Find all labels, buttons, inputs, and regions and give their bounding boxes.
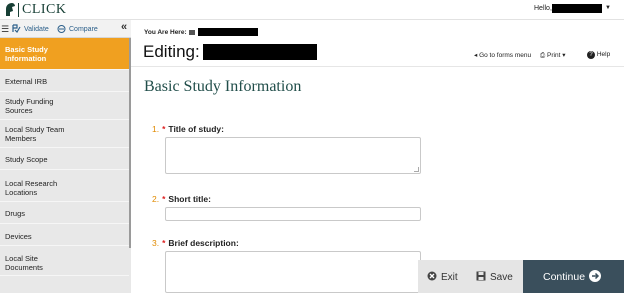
sidebar-item-label: Local Site xyxy=(5,254,38,263)
user-name-redacted[interactable] xyxy=(552,4,602,13)
question-short-title: 2. * Short title: xyxy=(152,194,211,204)
spartan-helmet-icon xyxy=(6,3,15,16)
help-button[interactable]: ? Help xyxy=(587,51,610,59)
sidebar-item-devices[interactable]: Devices xyxy=(0,224,129,246)
sidebar-item-external-irb[interactable]: External IRB xyxy=(0,70,129,92)
chevron-down-icon: ▾ xyxy=(562,52,566,59)
main-content: You Are Here: Editing: ◂ Go to forms men… xyxy=(131,20,624,293)
question-title-of-study: 1. * Title of study: xyxy=(152,124,224,134)
question-brief-description: 3. * Brief description: xyxy=(152,238,239,248)
exit-label: Exit xyxy=(441,272,458,283)
editing-label: Editing: xyxy=(143,42,200,61)
compare-label: Compare xyxy=(69,26,98,33)
save-button[interactable]: Save xyxy=(476,271,513,283)
title-of-study-input[interactable] xyxy=(165,137,421,174)
question-label: Short title: xyxy=(168,194,211,204)
sidebar-toolbar: ☰ Validate Compare « xyxy=(0,20,131,38)
sidebar-item-label: Local Study Team xyxy=(5,125,65,134)
app-logo-text: CLICK xyxy=(22,2,67,17)
question-number: 2. xyxy=(152,194,160,204)
forms-menu-label: Go to forms menu xyxy=(479,52,532,59)
validate-button[interactable]: Validate xyxy=(12,24,49,33)
compare-icon xyxy=(57,25,66,33)
chevron-left-icon: ◂ xyxy=(474,52,478,59)
sidebar-item-label: Devices xyxy=(5,232,32,241)
sidebar-item-basic-study-information[interactable]: Basic Study Information xyxy=(0,38,129,70)
arrow-right-circle-icon xyxy=(589,270,601,282)
sidebar-item-label: Information xyxy=(5,54,47,63)
sidebar-item-label: Documents xyxy=(5,263,43,272)
you-are-here-label: You Are Here: xyxy=(144,29,187,36)
sidebar-item-local-research-locations[interactable]: Local Research Locations xyxy=(0,170,129,202)
brief-description-input[interactable] xyxy=(165,251,421,293)
sidebar-item-label: Local Research xyxy=(5,179,58,188)
question-number: 3. xyxy=(152,238,160,248)
continue-button[interactable]: Continue xyxy=(523,260,624,293)
hello-label: Hello, xyxy=(534,5,552,12)
compare-button[interactable]: Compare xyxy=(57,24,98,33)
action-bar: Exit Save Continue xyxy=(418,260,624,293)
question-label: Brief description: xyxy=(168,238,239,248)
required-marker: * xyxy=(162,124,166,134)
sidebar-item-local-study-team-members[interactable]: Local Study Team Members xyxy=(0,120,129,148)
sidebar-item-local-site-documents[interactable]: Local Site Documents xyxy=(0,246,129,276)
section-title: Basic Study Information xyxy=(144,78,302,95)
exit-button[interactable]: Exit xyxy=(427,271,458,283)
go-to-forms-menu-link[interactable]: ◂ Go to forms menu xyxy=(474,51,531,59)
sidebar-item-label: Study Scope xyxy=(5,155,48,164)
sidebar-item-label: Locations xyxy=(5,188,38,197)
top-header: CLICK Hello, ▼ xyxy=(0,0,624,20)
sidebar-item-label: Drugs xyxy=(5,209,26,218)
sidebar-item-label: Study Funding xyxy=(5,97,54,106)
continue-label: Continue xyxy=(543,271,586,283)
breadcrumb-redacted[interactable] xyxy=(198,28,258,36)
sidebar-item-label: Sources xyxy=(5,106,33,115)
question-number: 1. xyxy=(152,124,160,134)
validate-label: Validate xyxy=(24,26,49,33)
sidebar: ☰ Validate Compare « Basic Study Informa… xyxy=(0,20,131,293)
logo-divider xyxy=(18,3,19,17)
collapse-sidebar-icon[interactable]: « xyxy=(121,21,127,33)
study-title-redacted xyxy=(203,44,317,60)
close-circle-icon xyxy=(427,271,437,281)
help-icon: ? xyxy=(587,51,595,59)
folder-icon xyxy=(189,30,195,35)
sidebar-item-drugs[interactable]: Drugs xyxy=(0,202,129,224)
sidebar-item-label: External IRB xyxy=(5,77,48,86)
help-label: Help xyxy=(596,51,611,58)
short-title-input[interactable] xyxy=(165,207,421,221)
print-button[interactable]: ⎙ Print ▾ xyxy=(540,51,565,60)
hamburger-menu-icon[interactable]: ☰ xyxy=(1,24,9,35)
required-marker: * xyxy=(162,238,166,248)
print-label: Print xyxy=(547,52,561,59)
save-label: Save xyxy=(490,272,513,283)
sidebar-nav: Basic Study Information External IRB Stu… xyxy=(0,38,129,276)
sidebar-item-study-scope[interactable]: Study Scope xyxy=(0,148,129,170)
sidebar-item-study-funding-sources[interactable]: Study Funding Sources xyxy=(0,92,129,120)
question-label: Title of study: xyxy=(168,124,224,134)
save-icon xyxy=(476,271,486,281)
header-divider xyxy=(131,66,624,67)
validate-icon xyxy=(12,24,21,33)
sidebar-item-label: Members xyxy=(5,134,37,143)
sidebar-item-label: Basic Study xyxy=(5,45,48,54)
printer-icon: ⎙ xyxy=(540,52,546,59)
resize-handle-icon[interactable] xyxy=(414,167,419,172)
required-marker: * xyxy=(162,194,166,204)
user-menu-caret-icon[interactable]: ▼ xyxy=(605,5,611,11)
